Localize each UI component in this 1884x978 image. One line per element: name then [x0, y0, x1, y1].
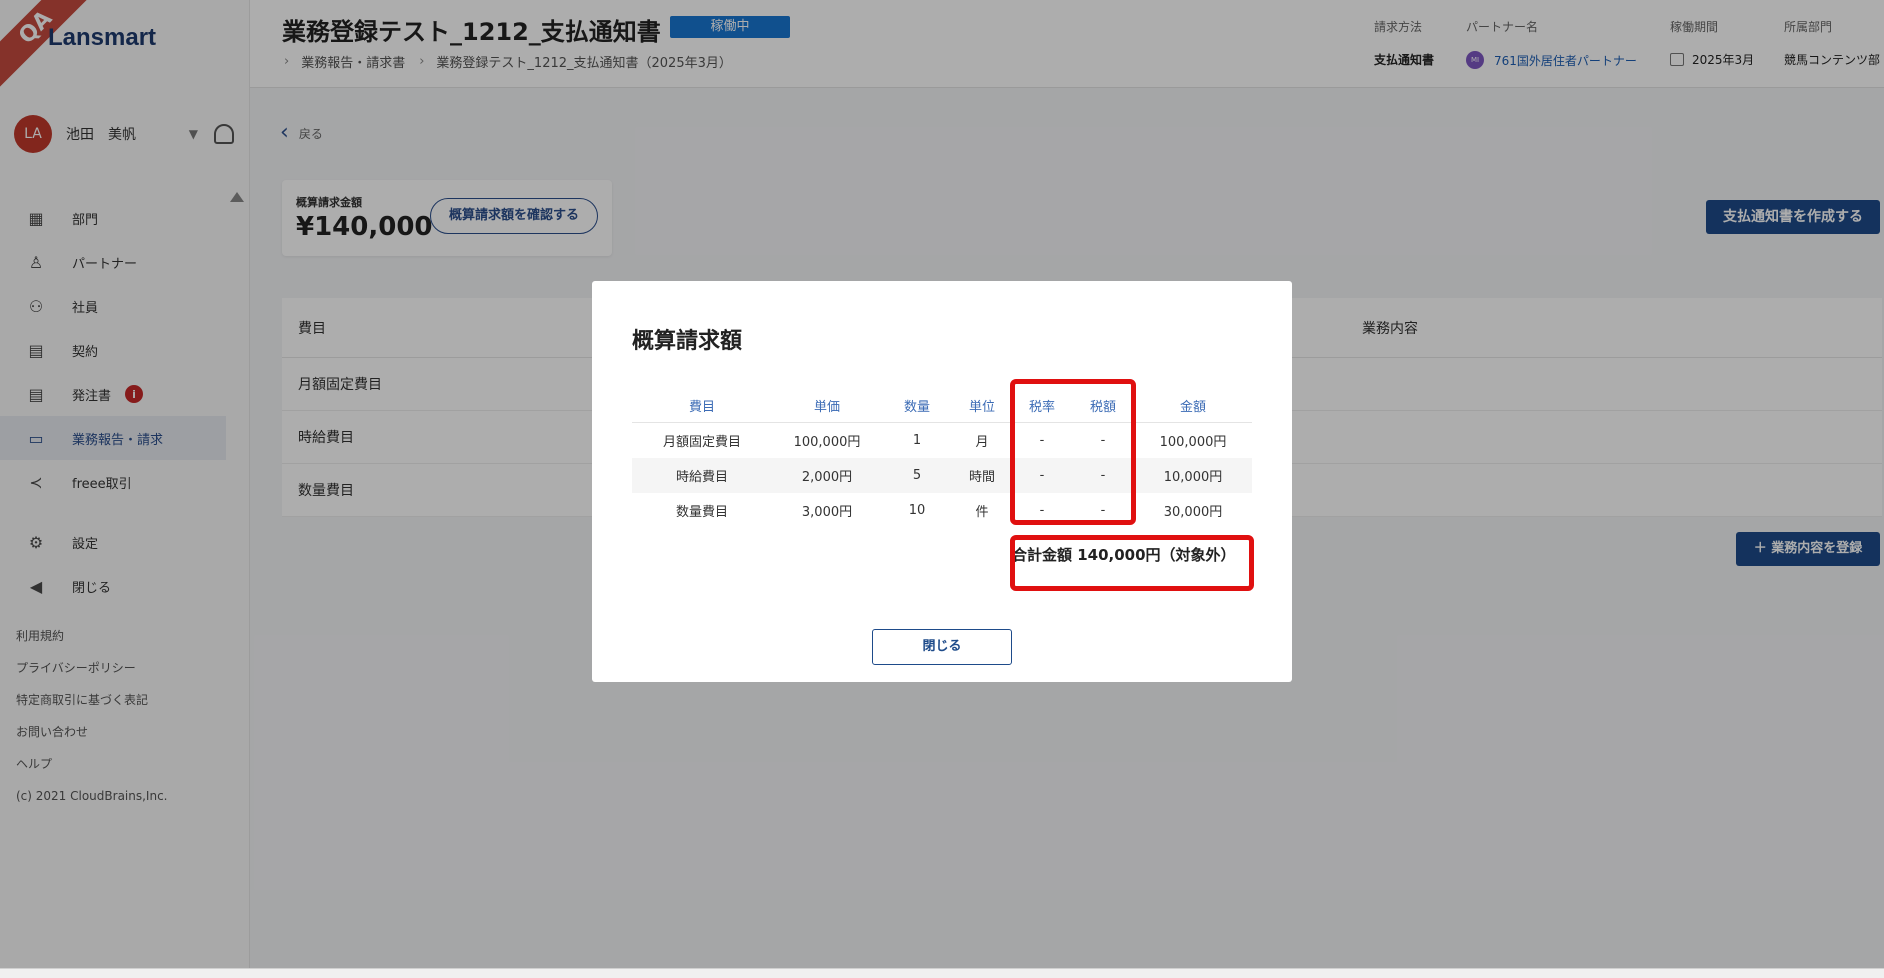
cell: 時間 — [968, 470, 995, 485]
cell: 10 — [908, 503, 926, 518]
cell: 時給費目 — [675, 470, 728, 485]
table-header: 費目 単価 数量 単位 税率 税額 金額 — [632, 389, 1252, 423]
cell: 5 — [912, 468, 922, 483]
tax-columns-highlight — [1010, 379, 1136, 525]
cell: 1 — [912, 433, 922, 448]
close-button[interactable]: 閉じる — [872, 629, 1012, 665]
table-row: 数量費目 3,000円 10 件 - - 30,000円 — [632, 493, 1252, 528]
column-header: 単位 — [968, 400, 995, 415]
cell: 10,000円 — [1163, 470, 1223, 485]
estimate-modal: 概算請求額 費目 単価 数量 単位 税率 税額 金額 月額固定費目 100,00… — [592, 281, 1292, 682]
table-row: 時給費目 2,000円 5 時間 - - 10,000円 — [632, 458, 1252, 493]
column-header: 費目 — [688, 400, 715, 415]
cell: 100,000円 — [793, 435, 861, 450]
cell: 3,000円 — [801, 505, 853, 520]
horizontal-scrollbar[interactable] — [0, 968, 1884, 978]
cell: 100,000円 — [1159, 435, 1227, 450]
table-row: 月額固定費目 100,000円 1 月 - - 100,000円 — [632, 423, 1252, 458]
cell: 数量費目 — [675, 505, 728, 520]
cell: 30,000円 — [1163, 505, 1223, 520]
cell: 件 — [975, 505, 989, 520]
modal-title: 概算請求額 — [632, 329, 743, 354]
column-header: 数量 — [903, 400, 930, 415]
estimate-table: 費目 単価 数量 単位 税率 税額 金額 月額固定費目 100,000円 1 月… — [632, 389, 1252, 528]
cell: 月 — [975, 435, 989, 450]
cell: 月額固定費目 — [662, 435, 741, 450]
cell: 2,000円 — [801, 470, 853, 485]
column-header: 単価 — [813, 400, 840, 415]
column-header: 金額 — [1179, 400, 1206, 415]
total-highlight — [1010, 535, 1254, 591]
